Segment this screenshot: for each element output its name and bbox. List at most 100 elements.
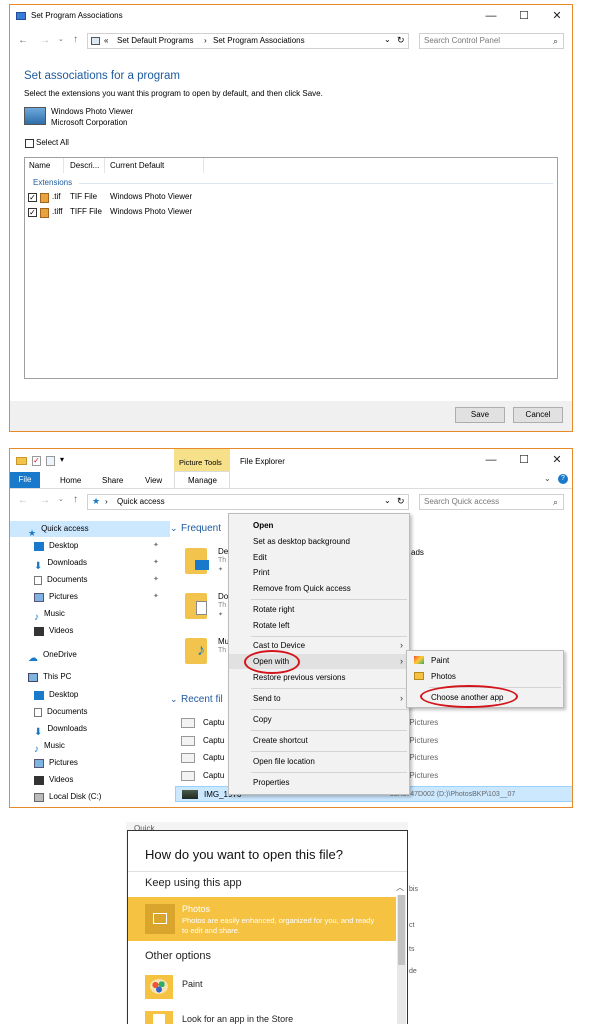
sidebar-item-videos[interactable]: Videos xyxy=(10,623,73,639)
menu-properties[interactable]: Properties xyxy=(229,775,409,790)
search-icon: ⌕ xyxy=(552,497,558,507)
paint-option[interactable]: Paint xyxy=(128,973,396,1001)
save-button[interactable]: Save xyxy=(455,407,505,423)
menu-rotate-left[interactable]: Rotate left xyxy=(229,618,409,633)
table-row[interactable]: ✓ .tiff TIFF File Windows Photo Viewer xyxy=(28,206,328,220)
row-current-default: Windows Photo Viewer xyxy=(110,192,193,201)
sidebar-item-pc-downloads[interactable]: ⬇ Downloads xyxy=(10,721,87,738)
col-name[interactable]: Name xyxy=(29,161,50,170)
recent-files-header[interactable]: Recent fil xyxy=(181,694,223,705)
back-icon[interactable]: ← xyxy=(18,495,28,506)
refresh-icon[interactable]: ↻ xyxy=(397,35,405,46)
sidebar-item-local-disk[interactable]: Local Disk (C:) xyxy=(10,789,101,805)
shopping-bag-icon xyxy=(153,1014,165,1024)
sidebar-label: Music xyxy=(44,609,65,618)
sidebar-item-pc-videos[interactable]: Videos xyxy=(10,772,73,788)
recent-chevron-icon[interactable]: ⌄ xyxy=(170,694,178,705)
search-input[interactable]: Search Control Panel ⌕ xyxy=(419,33,564,49)
cancel-button[interactable]: Cancel xyxy=(513,407,563,423)
properties-icon[interactable]: ✓ xyxy=(32,456,41,466)
app-icon xyxy=(16,12,26,20)
address-bar[interactable]: « Set Default Programs › Set Program Ass… xyxy=(87,33,409,49)
menu-cast-to-device[interactable]: Cast to Device xyxy=(229,638,409,653)
menu-edit[interactable]: Edit xyxy=(229,550,409,565)
menu-send-to[interactable]: Send to xyxy=(229,691,409,706)
recent-dropdown-icon[interactable]: ⌄ xyxy=(58,35,64,43)
submenu-paint[interactable]: Paint xyxy=(407,653,563,668)
help-icon[interactable]: ? xyxy=(558,474,568,484)
sidebar-item-onedrive[interactable]: ☁ OneDrive xyxy=(10,647,77,664)
select-all-checkbox[interactable] xyxy=(25,139,34,148)
address-dropdown-icon[interactable]: ⌄ xyxy=(384,496,391,505)
breadcrumb-set-default-programs[interactable]: Set Default Programs xyxy=(117,36,193,45)
photos-option[interactable]: Photos Photos are easily enhanced, organ… xyxy=(128,897,396,941)
scroll-up-icon[interactable]: ︿ xyxy=(396,882,404,893)
extensions-list[interactable]: Name Descri... Current Default Extension… xyxy=(24,157,558,379)
sidebar-item-pc-music[interactable]: ♪ Music xyxy=(10,738,65,755)
breadcrumb-separator: › xyxy=(105,497,108,506)
forward-icon[interactable]: → xyxy=(40,495,50,506)
sidebar-item-pictures[interactable]: Pictures ✦ xyxy=(10,589,159,605)
address-text[interactable]: Quick access xyxy=(117,497,165,506)
frequent-chevron-icon[interactable]: ⌄ xyxy=(170,523,178,534)
search-input[interactable]: Search Quick access ⌕ xyxy=(419,494,564,510)
menu-create-shortcut[interactable]: Create shortcut xyxy=(229,733,409,748)
recent-dropdown-icon[interactable]: ⌄ xyxy=(58,495,64,503)
address-dropdown-icon[interactable]: ⌄ xyxy=(384,35,391,44)
sidebar-item-pc-documents[interactable]: Documents xyxy=(10,704,87,720)
sidebar-item-pc-pictures[interactable]: Pictures xyxy=(10,755,78,771)
tab-home[interactable]: Home xyxy=(60,476,81,485)
refresh-icon[interactable]: ↻ xyxy=(397,496,405,507)
tab-share[interactable]: Share xyxy=(102,476,123,485)
tab-file[interactable]: File xyxy=(10,472,40,488)
photos-option-desc: Photos are easily enhanced, organized fo… xyxy=(182,916,375,935)
search-placeholder: Search Quick access xyxy=(424,497,500,506)
col-current-default[interactable]: Current Default xyxy=(110,161,164,170)
maximize-button[interactable]: ☐ xyxy=(509,5,539,27)
menu-print[interactable]: Print xyxy=(229,565,409,580)
submenu-photos[interactable]: Photos xyxy=(407,669,563,684)
sidebar-item-this-pc[interactable]: This PC xyxy=(10,669,71,685)
close-button[interactable]: ✕ xyxy=(542,449,572,471)
row-checkbox[interactable]: ✓ xyxy=(28,193,37,202)
menu-remove-quick-access[interactable]: Remove from Quick access xyxy=(229,581,409,596)
sidebar-item-desktop[interactable]: Desktop ✦ xyxy=(10,538,159,554)
menu-set-desktop-background[interactable]: Set as desktop background xyxy=(229,534,409,549)
up-icon[interactable]: ↑ xyxy=(73,34,78,45)
sidebar-item-quick-access[interactable]: ★ Quick access xyxy=(10,521,170,538)
sidebar-label: Downloads xyxy=(47,724,87,733)
scrollbar-thumb[interactable] xyxy=(398,895,405,965)
tab-manage[interactable]: Manage xyxy=(174,471,230,488)
menu-open[interactable]: Open xyxy=(229,518,409,533)
sidebar-item-downloads[interactable]: ⬇ Downloads ✦ xyxy=(10,555,159,572)
forward-icon[interactable]: → xyxy=(40,35,50,46)
up-icon[interactable]: ↑ xyxy=(73,494,78,505)
star-icon: ★ xyxy=(28,527,37,538)
breadcrumb-set-program-associations[interactable]: Set Program Associations xyxy=(213,36,305,45)
videos-icon xyxy=(34,775,44,785)
menu-open-file-location[interactable]: Open file location xyxy=(229,754,409,769)
tab-view[interactable]: View xyxy=(145,476,162,485)
frequent-header[interactable]: Frequent xyxy=(181,523,221,534)
sidebar-item-pc-desktop[interactable]: Desktop xyxy=(10,687,78,703)
new-folder-icon[interactable] xyxy=(46,456,55,466)
customize-toolbar-icon[interactable]: ▾ xyxy=(60,455,64,464)
store-option[interactable]: Look for an app in the Store xyxy=(128,1009,396,1024)
menu-restore-previous-versions[interactable]: Restore previous versions xyxy=(229,670,409,685)
sidebar-item-documents[interactable]: Documents ✦ xyxy=(10,572,159,588)
menu-copy[interactable]: Copy xyxy=(229,712,409,727)
scrollbar-track[interactable] xyxy=(397,895,406,1024)
picture-tools-tab[interactable]: Picture Tools xyxy=(174,449,230,471)
back-icon[interactable]: ← xyxy=(18,35,28,46)
close-button[interactable]: ✕ xyxy=(542,5,572,27)
table-row[interactable]: ✓ .tif TIF File Windows Photo Viewer xyxy=(28,191,328,205)
row-checkbox[interactable]: ✓ xyxy=(28,208,37,217)
col-description[interactable]: Descri... xyxy=(70,161,99,170)
minimize-button[interactable]: — xyxy=(476,5,506,27)
address-bar[interactable]: ★ › Quick access ⌄ ↻ xyxy=(87,494,409,510)
sidebar-item-music[interactable]: ♪ Music xyxy=(10,606,65,623)
menu-rotate-right[interactable]: Rotate right xyxy=(229,602,409,617)
minimize-button[interactable]: — xyxy=(476,449,506,471)
expand-ribbon-icon[interactable]: ⌄ xyxy=(544,474,551,483)
maximize-button[interactable]: ☐ xyxy=(509,449,539,471)
